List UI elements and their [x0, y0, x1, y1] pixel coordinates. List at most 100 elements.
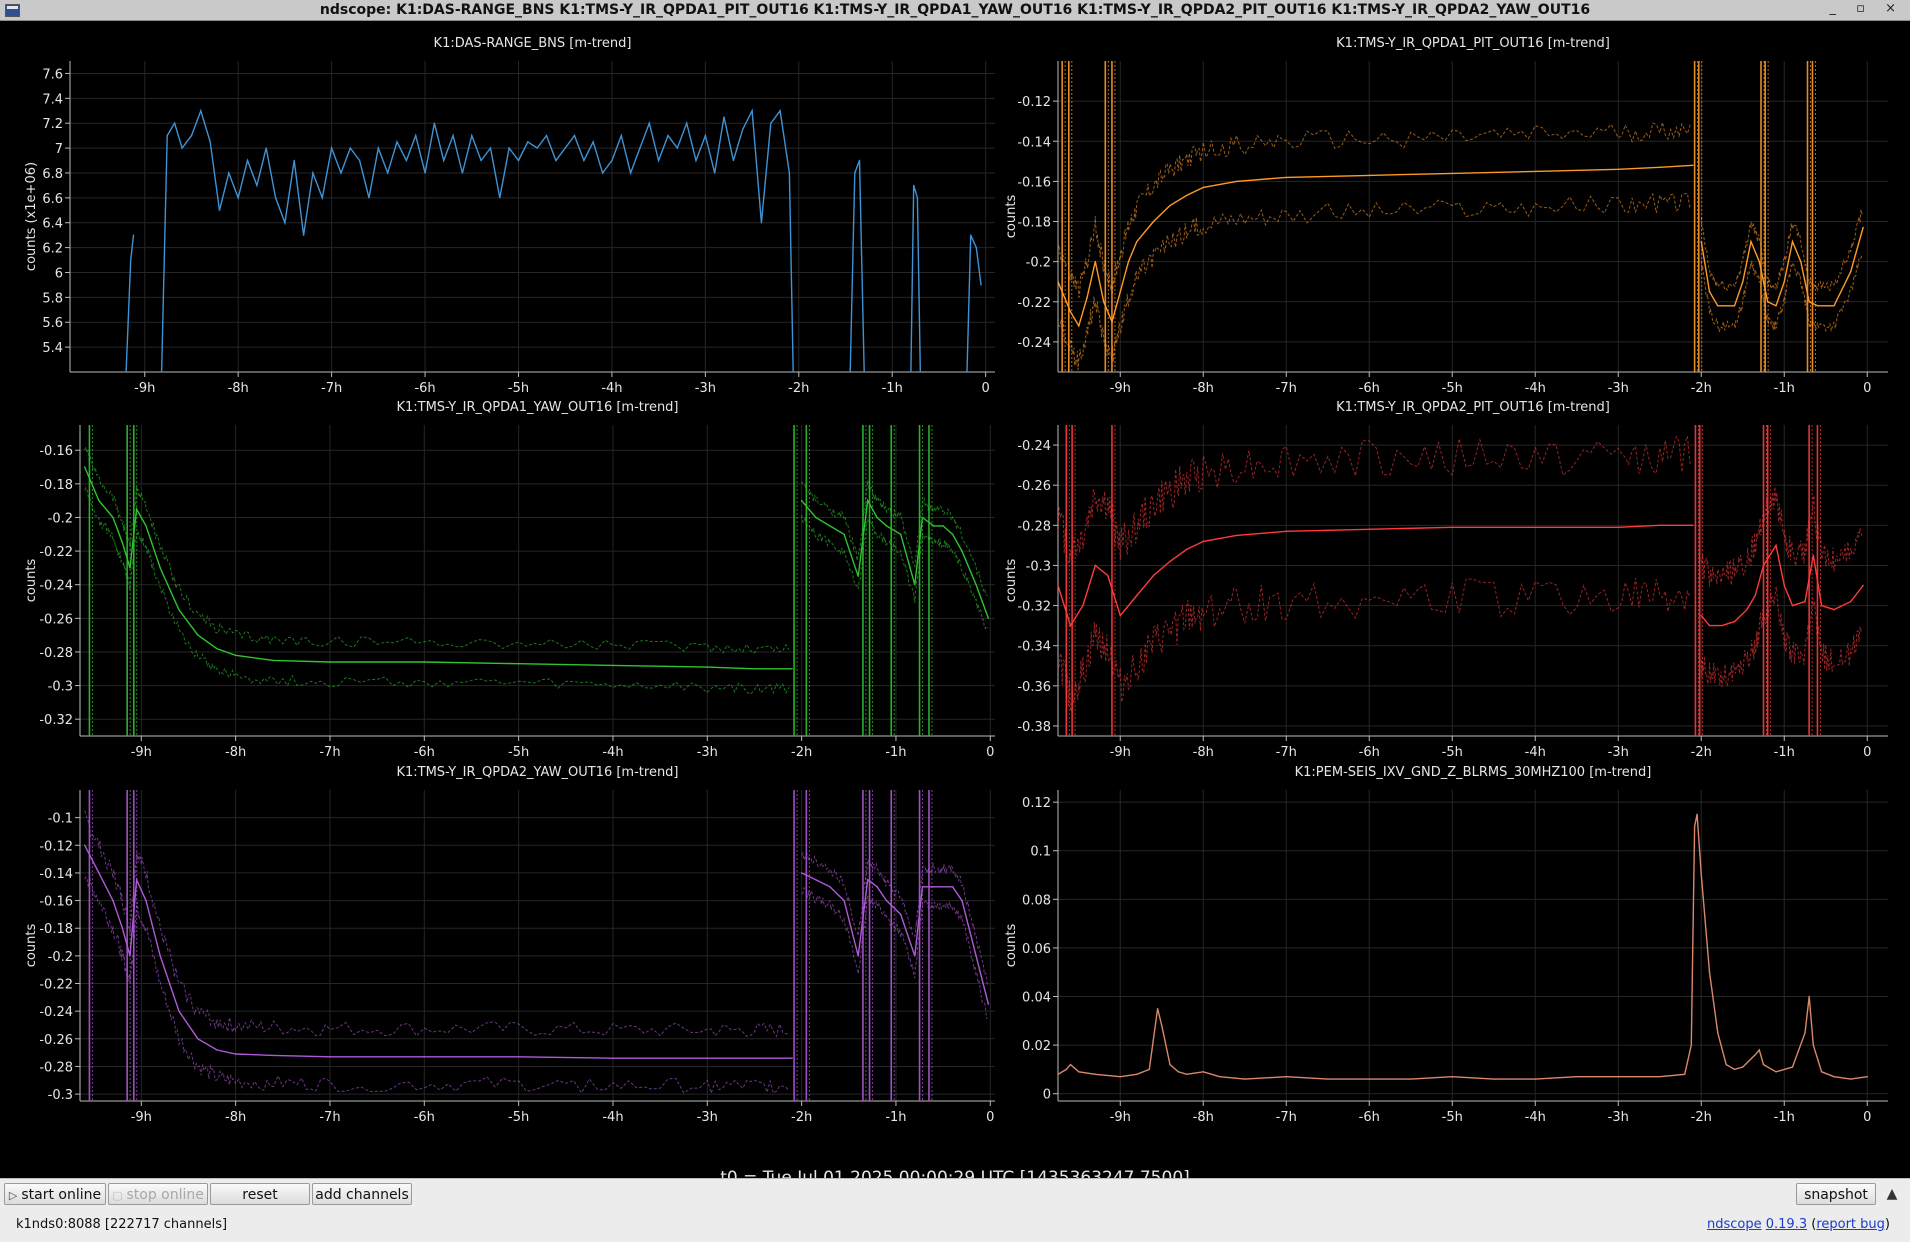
add-channels-button[interactable]: add channels	[312, 1183, 412, 1205]
data-point	[779, 110, 781, 112]
data-point	[592, 141, 594, 143]
plot-panel-5: -9h -8h -7h -6h -5h -4h -3h -2h -1h 0 0 0.02 0.04 0.0…	[1004, 765, 1888, 1125]
data-point	[1833, 608, 1835, 611]
ndscope-link[interactable]: ndscope	[1707, 1217, 1762, 1232]
series-min-trace	[801, 515, 988, 630]
stop-online-button[interactable]: ▢ stop online	[108, 1183, 208, 1205]
y-axis-label: counts (x1e+06)	[24, 162, 39, 271]
data-point	[234, 1053, 237, 1055]
y-axis-label: counts	[24, 559, 39, 603]
data-point	[583, 159, 585, 162]
x-tick-label: -1h	[885, 745, 906, 760]
x-tick-label: -5h	[508, 1110, 529, 1125]
start-online-label: start online	[21, 1187, 102, 1203]
plot-title: K1:TMS-Y_IR_QPDA1_YAW_OUT16 [m-trend]	[396, 400, 678, 415]
data-point	[216, 647, 218, 650]
data-point	[329, 661, 331, 663]
data-point	[1762, 1063, 1765, 1066]
y-tick-label: -0.12	[1017, 95, 1051, 110]
data-point	[121, 542, 124, 544]
window-controls[interactable]: _ ▫ ×	[1830, 1, 1904, 16]
data-point	[1775, 544, 1777, 547]
data-point	[1327, 1078, 1329, 1080]
data-point	[256, 184, 258, 187]
data-point	[686, 122, 688, 124]
y-tick-label: -0.3	[1026, 559, 1051, 574]
x-tick-label: -6h	[414, 745, 435, 760]
data-point	[517, 159, 520, 162]
data-point	[368, 197, 370, 199]
data-point	[1161, 1025, 1163, 1027]
data-point	[377, 147, 379, 149]
x-tick-label: -7h	[1276, 745, 1297, 760]
data-point	[1783, 281, 1786, 283]
data-point	[921, 886, 924, 888]
start-online-button[interactable]: ▷ start online	[4, 1183, 106, 1205]
data-point	[1659, 166, 1661, 168]
x-tick-label: -8h	[225, 745, 246, 760]
data-point	[1717, 1032, 1719, 1034]
series-min-trace	[84, 486, 790, 695]
x-tick-label: -7h	[1276, 381, 1297, 396]
data-point	[751, 110, 753, 112]
stop-online-label: stop online	[126, 1187, 204, 1203]
report-bug-link[interactable]: report bug	[1816, 1217, 1885, 1232]
x-tick-label: -7h	[1276, 1110, 1297, 1125]
data-point	[1493, 1078, 1495, 1080]
data-point	[753, 668, 756, 670]
x-tick-label: -2h	[791, 1110, 812, 1125]
data-point	[1103, 301, 1105, 303]
x-tick-label: -7h	[321, 381, 342, 396]
data-point	[876, 516, 878, 519]
reset-button[interactable]: reset	[210, 1183, 310, 1205]
data-point	[178, 609, 180, 611]
series-line	[849, 160, 865, 372]
data-point	[1368, 528, 1371, 530]
data-point	[173, 122, 176, 124]
x-tick-label: -2h	[791, 745, 812, 760]
series-line	[84, 844, 793, 1059]
x-tick-label: -7h	[319, 745, 340, 760]
data-point	[181, 147, 183, 149]
y-tick-label: -0.26	[1017, 479, 1051, 494]
y-tick-label: -0.2	[1026, 256, 1051, 271]
x-tick-label: -3h	[695, 381, 716, 396]
data-point	[1804, 1032, 1806, 1034]
y-tick-label: -0.18	[39, 922, 73, 937]
data-point	[791, 668, 793, 670]
data-point	[480, 159, 482, 162]
data-point	[293, 159, 295, 162]
data-point	[1833, 1076, 1835, 1078]
y-tick-label: 6	[55, 266, 63, 281]
data-point	[1136, 1073, 1138, 1076]
data-point	[1186, 194, 1188, 197]
series-max-trace	[1058, 122, 1691, 299]
window-titlebar[interactable]: ndscope: K1:DAS-RANGE_BNS K1:TMS-Y_IR_QP…	[0, 0, 1910, 21]
series-line	[160, 108, 794, 372]
version-link[interactable]: 0.19.3	[1766, 1217, 1807, 1232]
data-point	[1742, 1066, 1744, 1068]
data-point	[1107, 574, 1109, 577]
data-point	[975, 955, 977, 957]
data-point	[648, 122, 650, 124]
data-point	[800, 872, 803, 874]
server-status: k1nds0:8088 [222717 channels]	[16, 1217, 228, 1232]
data-layer	[1058, 425, 1864, 736]
plots-canvas[interactable]: -9h -8h -7h -6h -5h -4h -3h -2h -1h 0 5.4 5.6 5.8 6 6.…	[0, 21, 1910, 1178]
collapse-toolbar-icon[interactable]: ▲	[1881, 1183, 1903, 1205]
data-point	[753, 1057, 756, 1059]
snapshot-button[interactable]: snapshot	[1796, 1183, 1876, 1205]
data-point	[961, 550, 963, 552]
data-point	[1850, 271, 1852, 273]
y-tick-label: 7	[55, 142, 63, 157]
data-point	[867, 879, 869, 881]
data-point	[1235, 534, 1238, 537]
data-point	[489, 147, 492, 149]
data-point	[706, 666, 708, 668]
data-point	[1285, 176, 1288, 179]
data-point	[1152, 574, 1155, 577]
y-tick-label: 5.4	[42, 341, 63, 356]
y-tick-label: -0.22	[39, 978, 73, 993]
data-point	[1708, 624, 1711, 627]
plot-area: -9h -8h -7h -6h -5h -4h -3h -2h -1h 0 5.4 5.6 5.8 6 6.…	[0, 21, 1910, 1188]
